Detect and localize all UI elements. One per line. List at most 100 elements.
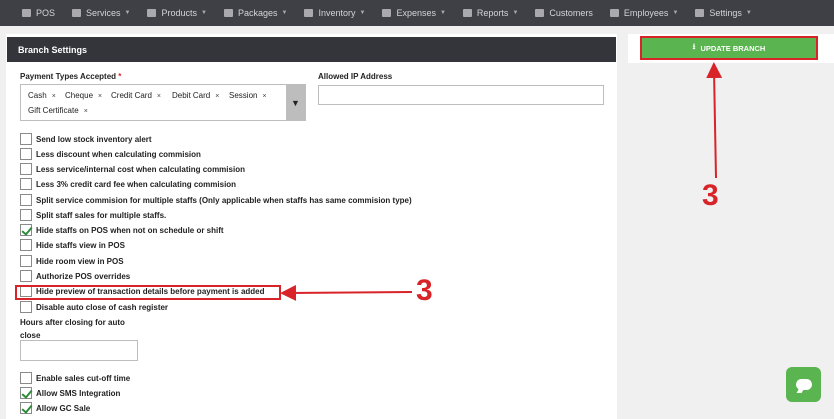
chat-button[interactable] — [786, 367, 821, 402]
option-row[interactable]: Disable auto close of cash register — [20, 301, 168, 313]
nav-label: Expenses — [396, 8, 436, 18]
checkbox[interactable] — [20, 194, 32, 206]
remove-tag-icon[interactable]: × — [98, 93, 102, 100]
panel-title: Branch Settings — [7, 37, 616, 62]
option-row[interactable]: Less 3% credit card fee when calculating… — [20, 178, 236, 190]
option-row[interactable]: Enable sales cut-off time — [20, 372, 130, 384]
nav-item-pos[interactable]: POS — [22, 8, 55, 18]
hours-auto-close-label: Hours after closing for auto close — [20, 318, 125, 340]
chevron-down-icon: ▼ — [439, 10, 446, 16]
nav-item-customers[interactable]: Customers — [535, 8, 593, 18]
tag-cheque: Cheque × — [65, 91, 103, 100]
option-label: Less service/internal cost when calculat… — [36, 164, 245, 174]
nav-label: Employees — [623, 8, 669, 18]
remove-tag-icon[interactable]: × — [84, 108, 88, 115]
option-label: Hide room view in POS — [36, 256, 124, 266]
remove-tag-icon[interactable]: × — [262, 93, 266, 100]
option-row[interactable]: Allow GC Sale — [20, 402, 90, 414]
bar-chart-icon — [462, 9, 472, 17]
chat-icon — [795, 379, 812, 390]
option-row[interactable]: Hide room view in POS — [20, 255, 124, 267]
remove-tag-icon[interactable]: × — [52, 93, 56, 100]
tag-debit-card: Debit Card × — [172, 91, 220, 100]
option-label: Split staff sales for multiple staffs. — [36, 210, 167, 220]
nav-label: Reports — [476, 8, 509, 18]
tag-gift-certificate: Gift Certificate × — [28, 106, 88, 115]
option-label: Authorize POS overrides — [36, 271, 131, 281]
highlight-annotation-box — [15, 285, 281, 300]
nav-label: POS — [36, 8, 56, 18]
hand-icon — [72, 9, 82, 17]
monitor-icon — [22, 9, 31, 17]
nav-label: Services — [86, 8, 121, 18]
option-label: Enable sales cut-off time — [36, 373, 131, 383]
option-label: Less 3% credit card fee when calculating… — [36, 179, 237, 189]
dropdown-arrow-icon[interactable]: ▼ — [286, 85, 305, 120]
chevron-down-icon: ▼ — [745, 10, 752, 16]
nav-item-expenses[interactable]: Expenses ▼ — [382, 8, 446, 18]
checkbox[interactable] — [20, 372, 32, 384]
user-icon — [609, 9, 619, 17]
hours-auto-close-input[interactable] — [20, 340, 138, 361]
update-branch-label: UPDATE BRANCH — [700, 43, 766, 53]
nav-item-employees[interactable]: Employees ▼ — [609, 8, 679, 18]
boxes-icon — [304, 9, 314, 17]
nav-label: Settings — [709, 8, 742, 18]
top-nav: POS Services ▼ Products ▼ Packages ▼ Invent… — [0, 0, 834, 26]
checkbox[interactable] — [20, 255, 32, 267]
option-label: Allow GC Sale — [36, 403, 91, 413]
nav-item-packages[interactable]: Packages ▼ — [223, 8, 287, 18]
download-icon: ⭳ — [692, 42, 696, 51]
option-label: Hide staffs on POS when not on schedule … — [36, 225, 224, 235]
allowed-ip-input[interactable] — [318, 85, 604, 105]
checkbox-checked[interactable] — [20, 387, 32, 399]
option-row[interactable]: Split staff sales for multiple staffs. — [20, 209, 166, 221]
checkbox[interactable] — [20, 301, 32, 313]
checkbox[interactable] — [20, 270, 32, 282]
option-label: Allow SMS Integration — [36, 388, 121, 398]
nav-item-inventory[interactable]: Inventory ▼ — [304, 8, 365, 18]
checkbox-checked[interactable] — [20, 402, 32, 414]
checkbox[interactable] — [20, 148, 32, 160]
option-row[interactable]: Less discount when calculating commision — [20, 148, 201, 160]
payment-types-select[interactable]: Cash × Cheque × Credit Card × Debit Card × S… — [20, 84, 306, 121]
nav-label: Inventory — [318, 8, 356, 18]
remove-tag-icon[interactable]: × — [215, 93, 219, 100]
branch-settings-panel: Branch Settings Payment Types Accepted *… — [6, 34, 617, 419]
edit-icon — [382, 9, 392, 17]
checkbox[interactable] — [20, 239, 32, 251]
checkbox[interactable] — [20, 178, 32, 190]
option-row[interactable]: Split service commision for multiple sta… — [20, 194, 412, 206]
option-label: Disable auto close of cash register — [36, 302, 169, 312]
option-row[interactable]: Hide staffs view in POS — [20, 239, 125, 251]
option-row[interactable]: Hide staffs on POS when not on schedule … — [20, 224, 224, 236]
nav-item-products[interactable]: Products ▼ — [147, 8, 207, 18]
update-branch-button[interactable]: ⭳ UPDATE BRANCH — [640, 36, 818, 60]
nav-item-reports[interactable]: Reports ▼ — [462, 8, 519, 18]
option-label: Less discount when calculating commision — [36, 149, 201, 159]
option-label: Hide staffs view in POS — [36, 240, 125, 250]
checkbox[interactable] — [20, 133, 32, 145]
checkbox[interactable] — [20, 209, 32, 221]
step-number-annotation: 3 — [416, 274, 433, 307]
option-row[interactable]: Send low stock inventory alert — [20, 133, 152, 145]
nav-item-services[interactable]: Services ▼ — [72, 8, 130, 18]
option-row[interactable]: Allow SMS Integration — [20, 387, 120, 399]
users-icon — [535, 9, 545, 17]
tag-cash: Cash × — [28, 91, 56, 100]
chevron-down-icon: ▼ — [512, 10, 519, 16]
option-row[interactable]: Less service/internal cost when calculat… — [20, 163, 245, 175]
checkbox[interactable] — [20, 163, 32, 175]
chevron-down-icon: ▼ — [672, 10, 679, 16]
step-number-annotation: 3 — [702, 179, 719, 212]
arrow-to-update-button — [706, 62, 723, 179]
checkbox-checked[interactable] — [20, 224, 32, 236]
remove-tag-icon[interactable]: × — [157, 93, 161, 100]
nav-label: Packages — [237, 8, 278, 18]
option-row[interactable]: Authorize POS overrides — [20, 270, 130, 282]
nav-item-settings[interactable]: Settings ▼ — [695, 8, 752, 18]
chevron-down-icon: ▼ — [201, 10, 207, 16]
required-mark: * — [118, 72, 122, 81]
tags-icon — [223, 9, 233, 17]
cart-icon — [147, 9, 157, 17]
